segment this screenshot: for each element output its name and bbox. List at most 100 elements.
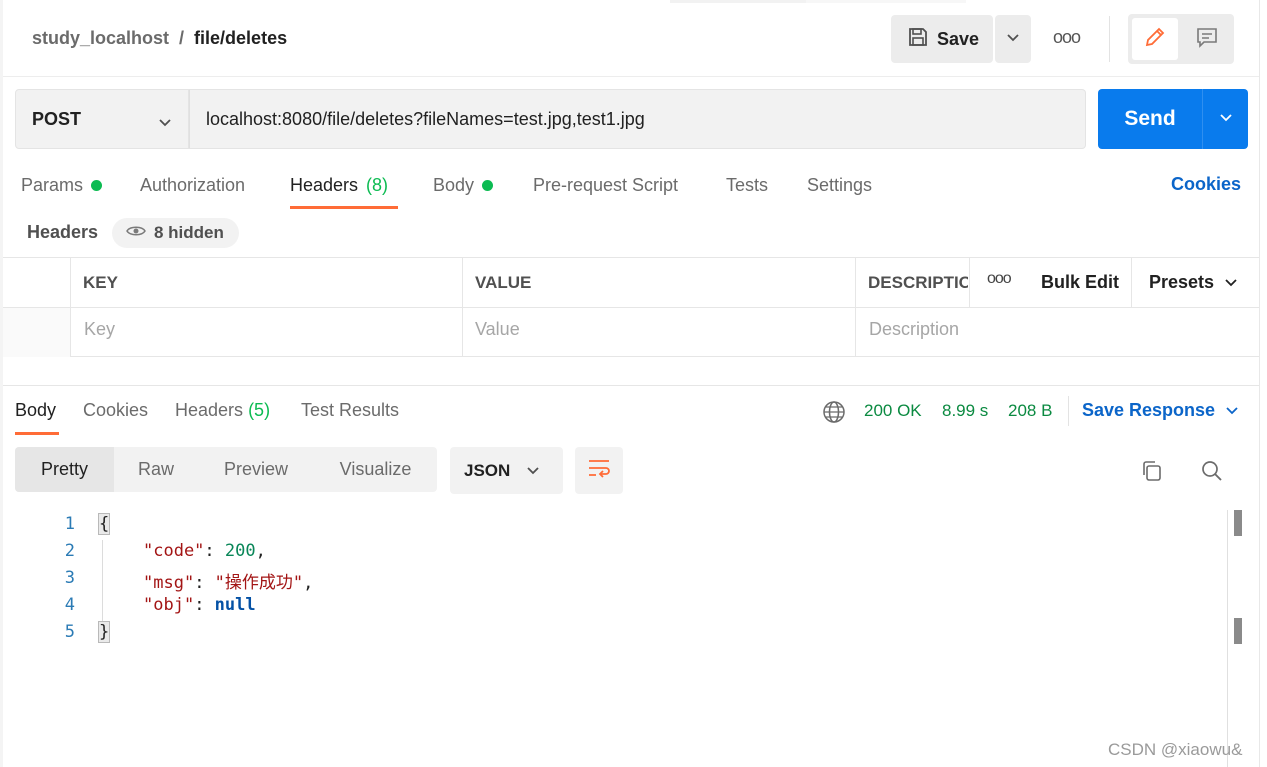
status-code[interactable]: 200 OK <box>864 401 922 421</box>
bulk-edit-button[interactable]: Bulk Edit <box>1041 272 1119 293</box>
save-button[interactable]: Save <box>891 15 993 63</box>
chevron-down-icon <box>1225 400 1239 421</box>
tab-headers-count: (8) <box>366 175 389 195</box>
url-input[interactable]: localhost:8080/file/deletes?fileNames=te… <box>189 89 1086 149</box>
send-options-button[interactable] <box>1202 89 1248 149</box>
line-number: 1 <box>64 514 75 534</box>
json-number: 200 <box>224 541 256 561</box>
json-null: null <box>214 595 256 615</box>
breadcrumb-request-name[interactable]: file/deletes <box>194 28 287 49</box>
response-tab-test-results[interactable]: Test Results <box>301 400 399 421</box>
json-key: "msg" <box>143 573 195 593</box>
close-brace: } <box>97 621 111 643</box>
tab-params-label: Params <box>21 175 84 195</box>
save-response-label: Save Response <box>1082 400 1216 420</box>
save-icon <box>907 26 929 53</box>
tab-headers[interactable]: Headers (8) <box>290 175 388 196</box>
response-tab-headers[interactable]: Headers (5) <box>175 400 270 421</box>
response-tab-headers-label: Headers <box>175 400 244 420</box>
table-more-button[interactable]: ooo <box>987 270 1012 288</box>
presets-label: Presets <box>1149 272 1215 292</box>
response-size[interactable]: 208 B <box>1008 401 1052 421</box>
search-icon[interactable] <box>1200 459 1224 488</box>
line-number: 2 <box>64 541 75 561</box>
scrollbar-marker <box>1234 618 1242 644</box>
tab-params[interactable]: Params <box>21 175 103 196</box>
json-key: "obj" <box>143 595 195 615</box>
tab-tests[interactable]: Tests <box>726 175 768 196</box>
active-tab-indicator <box>290 206 398 209</box>
response-tab-cookies[interactable]: Cookies <box>83 400 148 421</box>
edit-mode-button[interactable] <box>1132 18 1178 60</box>
copy-icon[interactable] <box>1140 459 1164 488</box>
view-preview[interactable]: Preview <box>198 447 314 492</box>
wrap-lines-button[interactable] <box>575 447 623 494</box>
response-time[interactable]: 8.99 s <box>942 401 988 421</box>
tab-settings[interactable]: Settings <box>807 175 872 196</box>
send-button[interactable]: Send <box>1098 89 1202 149</box>
more-actions-button[interactable]: ooo <box>1053 27 1081 48</box>
row-handle <box>3 308 70 357</box>
breadcrumb-workspace[interactable]: study_localhost <box>32 28 169 49</box>
wrap-icon <box>587 458 611 483</box>
body-view-selector: Pretty Raw Preview Visualize <box>15 447 437 492</box>
json-comma: , <box>255 541 266 561</box>
view-pretty[interactable]: Pretty <box>15 447 114 492</box>
save-response-button[interactable]: Save Response <box>1082 400 1239 421</box>
json-key: "code" <box>143 541 205 561</box>
description-input[interactable]: Description <box>869 319 959 340</box>
presets-dropdown[interactable]: Presets <box>1149 272 1238 293</box>
comment-mode-button[interactable] <box>1184 18 1230 60</box>
code-line: { <box>97 513 111 535</box>
hidden-count: 8 hidden <box>154 223 224 242</box>
row-divider <box>3 307 1259 308</box>
headers-table: KEY VALUE DESCRIPTION ooo Bulk Edit Pres… <box>3 257 1259 357</box>
format-select[interactable]: JSON <box>450 447 563 494</box>
tab-authorization-label: Authorization <box>140 175 246 195</box>
tab-prerequest-label: Pre-request Script <box>533 175 679 195</box>
json-colon: : <box>194 595 215 615</box>
response-divider <box>3 385 1259 386</box>
tab-authorization[interactable]: Authorization <box>140 175 245 196</box>
cookies-link[interactable]: Cookies <box>1171 174 1241 195</box>
right-edge <box>1259 0 1260 767</box>
line-number: 3 <box>64 568 75 588</box>
response-tab-body[interactable]: Body <box>15 400 56 421</box>
tab-body[interactable]: Body <box>433 175 494 196</box>
code-line: "code": 200, <box>143 541 266 561</box>
indent-guide <box>102 540 103 630</box>
tab-prerequest-script[interactable]: Pre-request Script <box>533 175 678 196</box>
json-colon: : <box>194 573 215 593</box>
scrollbar-thumb[interactable] <box>1234 510 1242 536</box>
watermark: CSDN @xiaowu& <box>1108 740 1243 759</box>
editor-scrollbar-track[interactable] <box>1227 510 1228 767</box>
json-colon: : <box>204 541 225 561</box>
tab-tests-label: Tests <box>726 175 769 195</box>
view-visualize[interactable]: Visualize <box>314 447 437 492</box>
column-divider <box>462 258 463 357</box>
column-divider <box>1131 258 1132 307</box>
key-input[interactable]: Key <box>84 319 115 340</box>
eye-icon <box>126 223 146 243</box>
open-brace: { <box>97 513 111 535</box>
code-line: "msg": "操作成功", <box>143 568 313 593</box>
tab-headers-label: Headers <box>290 175 359 195</box>
headers-section-title: Headers <box>27 222 99 242</box>
view-raw[interactable]: Raw <box>114 447 198 492</box>
json-string: "操作成功" <box>214 573 304 593</box>
column-divider <box>70 258 71 357</box>
globe-icon[interactable] <box>822 400 846 429</box>
method-select[interactable]: POST <box>15 89 189 149</box>
value-input[interactable]: Value <box>475 319 520 340</box>
column-header-description: DESCRIPTION <box>868 273 968 292</box>
save-label: Save <box>937 28 980 49</box>
hidden-headers-toggle[interactable]: 8 hidden <box>112 218 239 248</box>
save-options-button[interactable] <box>995 15 1031 63</box>
response-tab-headers-count: (5) <box>248 400 271 420</box>
comment-icon <box>1195 25 1219 54</box>
response-body-editor[interactable]: 1 2 3 4 5 { "code": 200, "msg": "操作成功", … <box>3 510 1228 767</box>
column-divider <box>855 258 856 357</box>
chevron-down-icon <box>1224 272 1238 293</box>
code-line: "obj": null <box>143 595 256 615</box>
body-indicator-dot <box>482 180 494 191</box>
